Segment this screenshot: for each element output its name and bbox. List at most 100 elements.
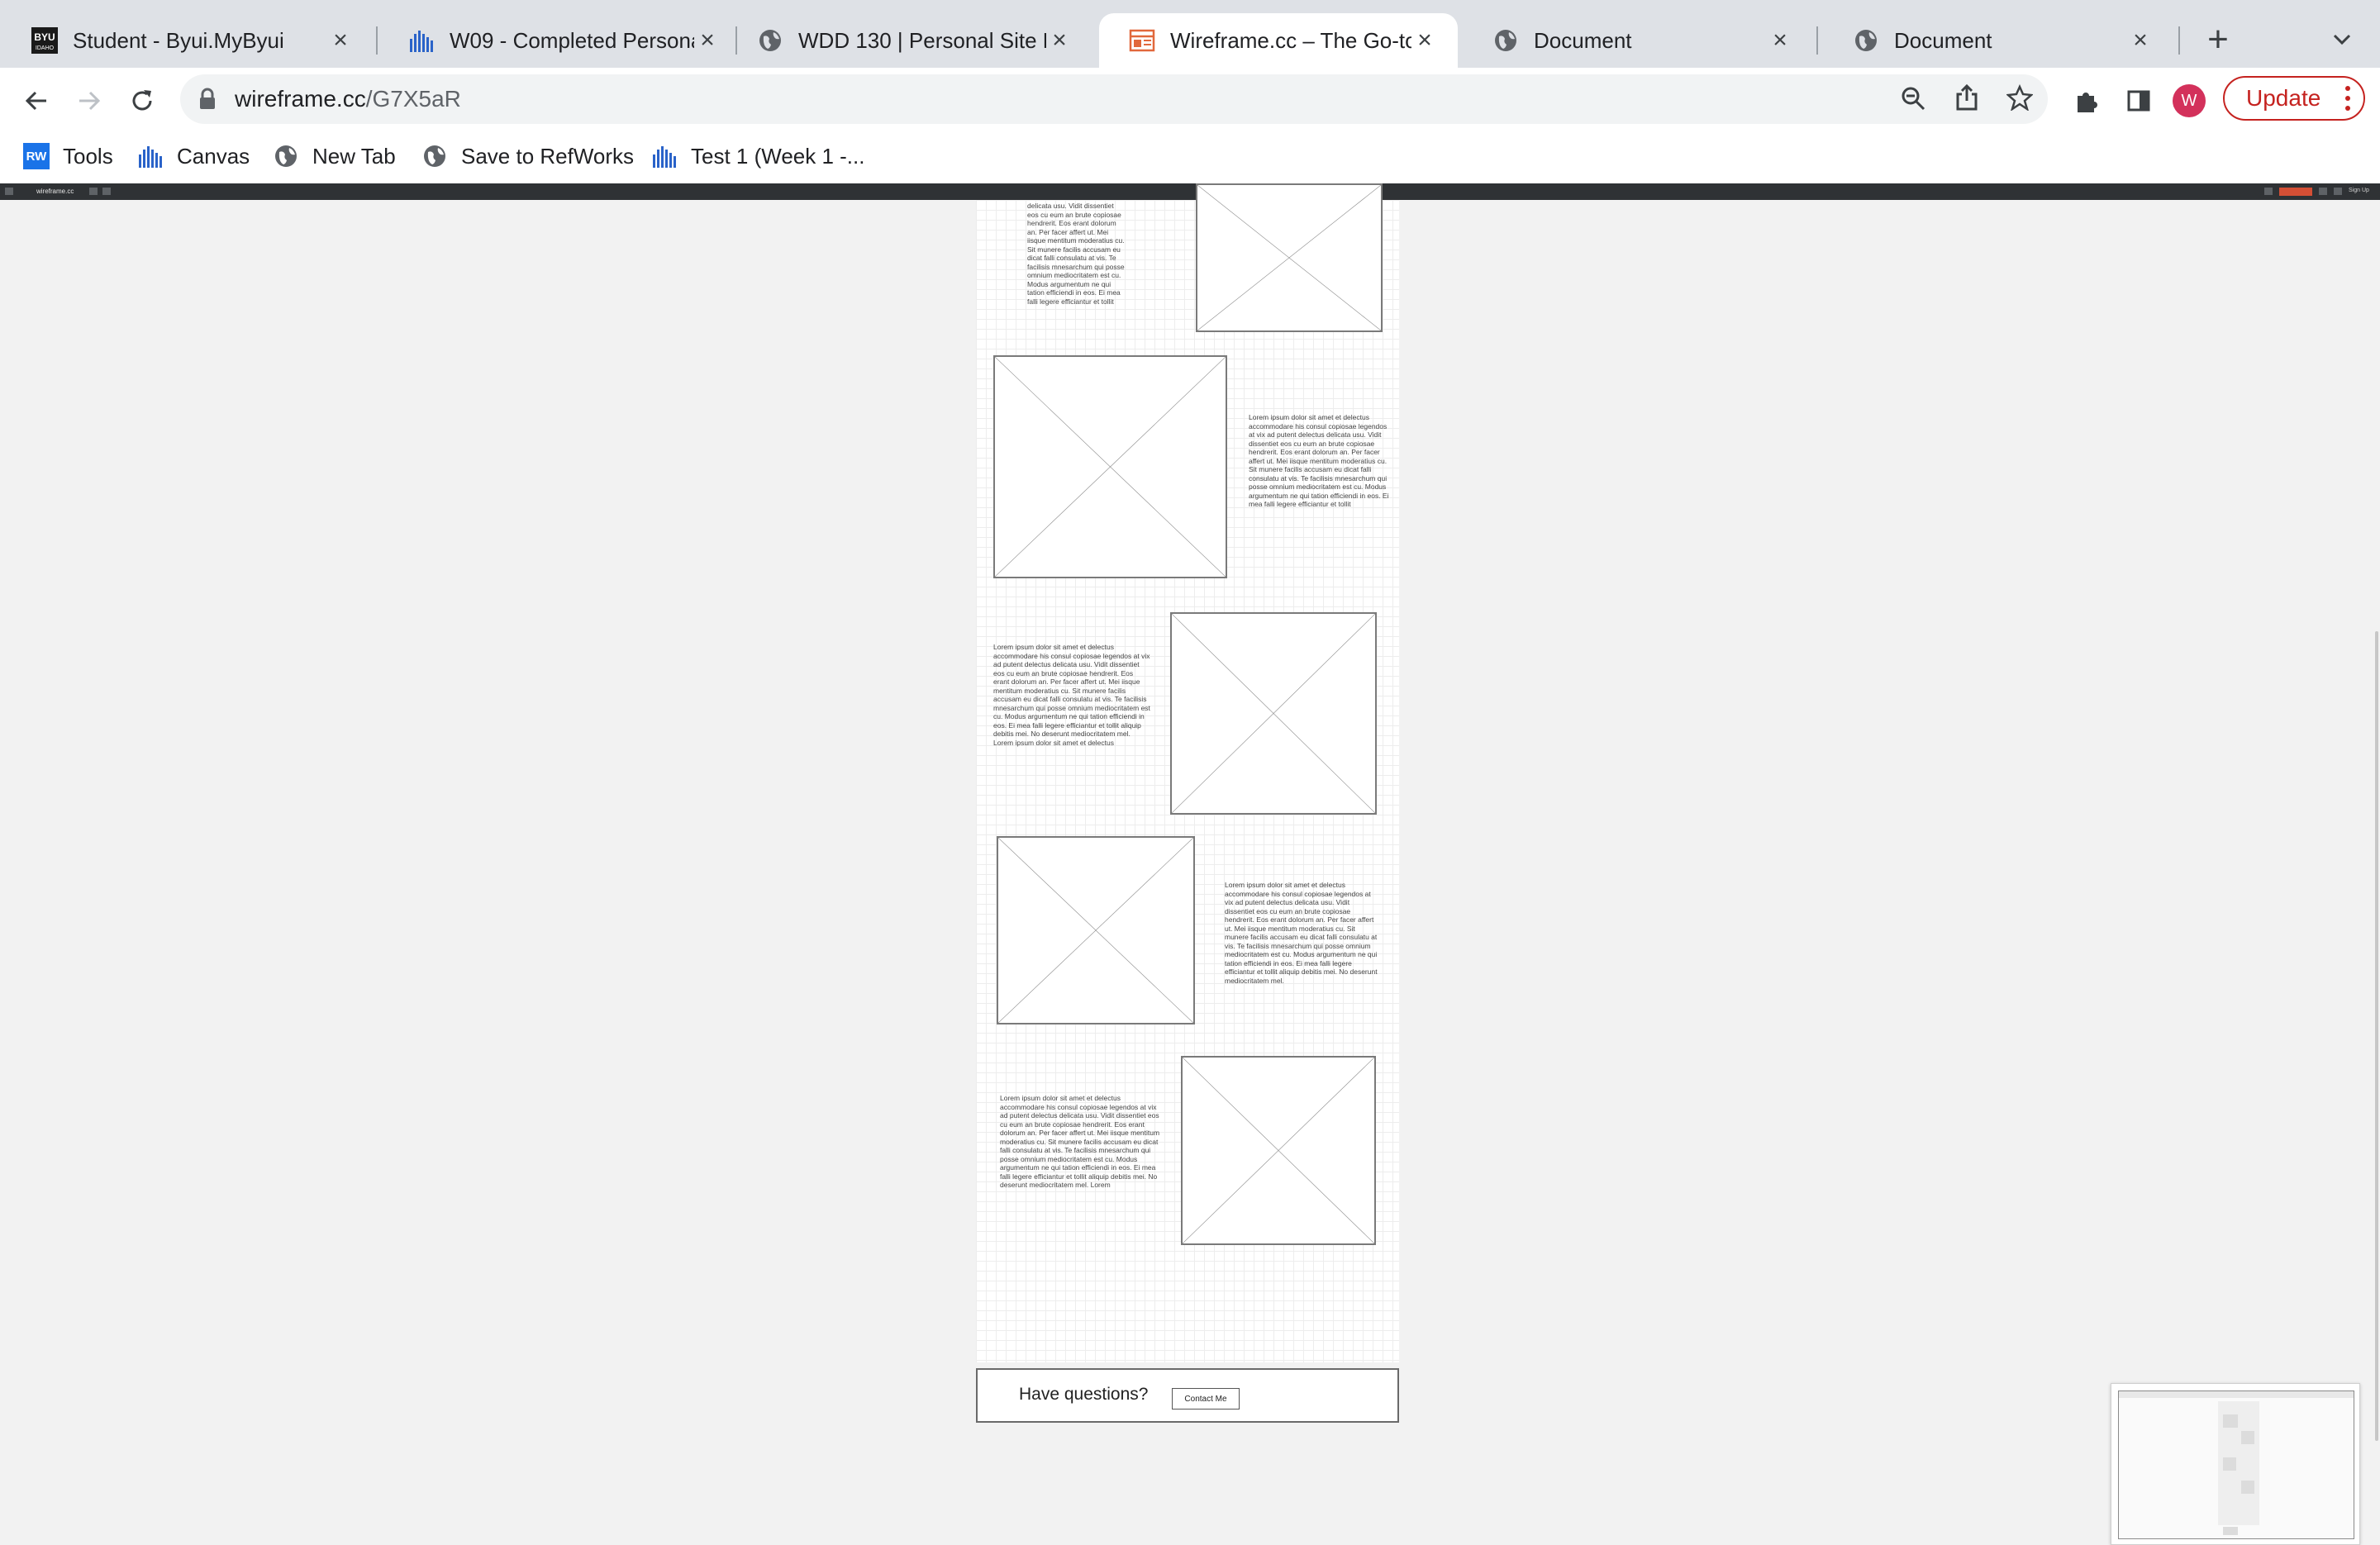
tab-separator bbox=[2178, 26, 2180, 55]
lorem-text-block[interactable]: Lorem ipsum dolor sit amet et delectus a… bbox=[1000, 1094, 1162, 1190]
lock-icon[interactable] bbox=[198, 88, 217, 115]
chevron-down-icon[interactable] bbox=[2327, 25, 2357, 55]
minimap-header bbox=[2119, 1391, 2354, 1398]
byui-logo-icon: BYU IDAHO bbox=[31, 27, 58, 54]
forward-arrow-icon[interactable] bbox=[71, 83, 107, 119]
tab-title: WDD 130 | Personal Site Pl bbox=[798, 27, 1046, 53]
image-placeholder[interactable] bbox=[1170, 612, 1377, 815]
tab-title: Document bbox=[1894, 27, 1992, 53]
more-menu-icon[interactable] bbox=[2345, 85, 2350, 112]
update-label: Update bbox=[2246, 85, 2321, 111]
url-text: wireframe.cc/G7X5aR bbox=[235, 86, 461, 112]
minimap-block bbox=[2241, 1481, 2254, 1494]
footer-question: Have questions? bbox=[1019, 1385, 1149, 1404]
close-tab-icon[interactable]: × bbox=[1411, 26, 1438, 54]
bookmark-canvas[interactable]: Canvas bbox=[137, 139, 250, 174]
image-placeholder[interactable] bbox=[1196, 183, 1383, 332]
minimap-block bbox=[2223, 1527, 2238, 1535]
browser-toolbar: wireframe.cc/G7X5aR W Update bbox=[0, 68, 2380, 131]
new-tab-button[interactable]: + bbox=[2200, 19, 2236, 59]
tab-strip: BYU IDAHO Student - Byui.MyByui × W09 - C… bbox=[0, 0, 2380, 68]
help-icon[interactable] bbox=[2334, 188, 2342, 195]
url-path: /G7X5aR bbox=[365, 86, 461, 112]
update-button[interactable]: Update bbox=[2223, 76, 2365, 121]
globe-icon bbox=[273, 143, 299, 169]
minimap-block bbox=[2241, 1431, 2254, 1444]
svg-text:IDAHO: IDAHO bbox=[36, 45, 55, 51]
tab-document-1[interactable]: Document × bbox=[1463, 13, 1813, 68]
back-arrow-icon[interactable] bbox=[18, 83, 55, 119]
comment-icon[interactable] bbox=[2264, 188, 2273, 195]
bookmarks-bar: RW Tools Canvas New Tab Save to RefWorks… bbox=[0, 131, 2380, 183]
bookmark-test-1[interactable]: Test 1 (Week 1 -... bbox=[651, 139, 864, 174]
canvas-icon bbox=[651, 143, 678, 169]
tab-document-2[interactable]: Document × bbox=[1823, 13, 2173, 68]
save-button[interactable] bbox=[2279, 188, 2312, 196]
globe-icon bbox=[421, 143, 448, 169]
profile-avatar[interactable]: W bbox=[2173, 84, 2206, 117]
app-brand[interactable]: wireframe.cc bbox=[36, 188, 74, 195]
bookmark-tools[interactable]: RW Tools bbox=[23, 139, 113, 174]
globe-icon bbox=[757, 27, 783, 54]
contact-me-button[interactable]: Contact Me bbox=[1172, 1388, 1240, 1410]
canvas-icon bbox=[137, 143, 164, 169]
address-bar[interactable]: wireframe.cc/G7X5aR bbox=[180, 74, 2048, 124]
canvas-icon bbox=[408, 27, 435, 54]
refworks-icon: RW bbox=[23, 143, 50, 169]
tab-student-byui[interactable]: BYU IDAHO Student - Byui.MyByui × bbox=[2, 13, 374, 68]
tab-separator bbox=[1816, 26, 1818, 55]
sign-up-link[interactable]: Sign Up bbox=[2349, 188, 2369, 193]
lorem-text-block[interactable]: Lorem ipsum dolor sit amet et delectus a… bbox=[1249, 413, 1391, 509]
bookmark-label: Canvas bbox=[177, 143, 250, 169]
scrollbar-thumb[interactable] bbox=[2375, 631, 2378, 1441]
minimap[interactable] bbox=[2111, 1383, 2360, 1545]
redo-icon[interactable] bbox=[102, 188, 111, 195]
svg-text:BYU: BYU bbox=[34, 31, 55, 43]
bookmark-label: Tools bbox=[63, 143, 113, 169]
side-panel-icon[interactable] bbox=[2121, 83, 2157, 119]
tab-title: Student - Byui.MyByui bbox=[73, 27, 284, 53]
tab-title: Document bbox=[1534, 27, 1632, 53]
image-placeholder[interactable] bbox=[997, 836, 1195, 1024]
image-placeholder[interactable] bbox=[993, 355, 1227, 578]
zoom-icon[interactable] bbox=[1901, 86, 1925, 115]
lorem-text-block[interactable]: delicata usu. Vidit dissentiet eos cu eu… bbox=[1027, 202, 1125, 306]
wireframe-footer[interactable]: Have questions? Contact Me bbox=[976, 1368, 1399, 1423]
tab-wdd130[interactable]: WDD 130 | Personal Site Pl × bbox=[727, 13, 1092, 68]
menu-icon[interactable] bbox=[5, 188, 13, 195]
wireframe-icon bbox=[1129, 27, 1155, 54]
tab-title: W09 - Completed Personal bbox=[450, 27, 694, 53]
extensions-puzzle-icon[interactable] bbox=[2068, 83, 2104, 119]
minimap-viewport[interactable] bbox=[2118, 1390, 2354, 1539]
tab-w09-completed[interactable]: W09 - Completed Personal × bbox=[378, 13, 740, 68]
reload-icon[interactable] bbox=[124, 83, 160, 119]
undo-icon[interactable] bbox=[89, 188, 98, 195]
url-host: wireframe.cc bbox=[235, 86, 366, 112]
wireframe-canvas[interactable]: delicata usu. Vidit dissentiet eos cu eu… bbox=[0, 183, 2380, 1545]
close-tab-icon[interactable]: × bbox=[1767, 26, 1793, 54]
bookmark-label: Test 1 (Week 1 -... bbox=[691, 143, 865, 169]
tab-separator bbox=[376, 26, 378, 55]
bookmark-star-icon[interactable] bbox=[2006, 83, 2034, 115]
globe-icon bbox=[1853, 27, 1879, 54]
wireframe-app-bar: wireframe.cc Sign Up bbox=[0, 183, 2380, 200]
bookmark-new-tab[interactable]: New Tab bbox=[273, 139, 396, 174]
close-tab-icon[interactable]: × bbox=[694, 26, 721, 54]
tab-title: Wireframe.cc – The Go-to bbox=[1170, 27, 1411, 53]
bookmark-save-to-refworks[interactable]: Save to RefWorks bbox=[421, 139, 634, 174]
wireframe-page[interactable]: delicata usu. Vidit dissentiet eos cu eu… bbox=[976, 183, 1399, 1362]
lorem-text-block[interactable]: Lorem ipsum dolor sit amet et delectus a… bbox=[1225, 881, 1378, 985]
close-tab-icon[interactable]: × bbox=[327, 26, 354, 54]
settings-icon[interactable] bbox=[2319, 188, 2327, 195]
share-icon[interactable] bbox=[1955, 83, 1978, 115]
bookmark-label: Save to RefWorks bbox=[461, 143, 635, 169]
lorem-text-block[interactable]: Lorem ipsum dolor sit amet et delectus a… bbox=[993, 643, 1150, 747]
globe-icon bbox=[1492, 27, 1519, 54]
minimap-block bbox=[2223, 1457, 2236, 1471]
bookmark-label: New Tab bbox=[312, 143, 396, 169]
minimap-block bbox=[2223, 1414, 2238, 1428]
close-tab-icon[interactable]: × bbox=[2127, 26, 2154, 54]
tab-wireframe-cc[interactable]: Wireframe.cc – The Go-to × bbox=[1099, 13, 1458, 68]
image-placeholder[interactable] bbox=[1181, 1056, 1376, 1245]
close-tab-icon[interactable]: × bbox=[1046, 26, 1073, 54]
